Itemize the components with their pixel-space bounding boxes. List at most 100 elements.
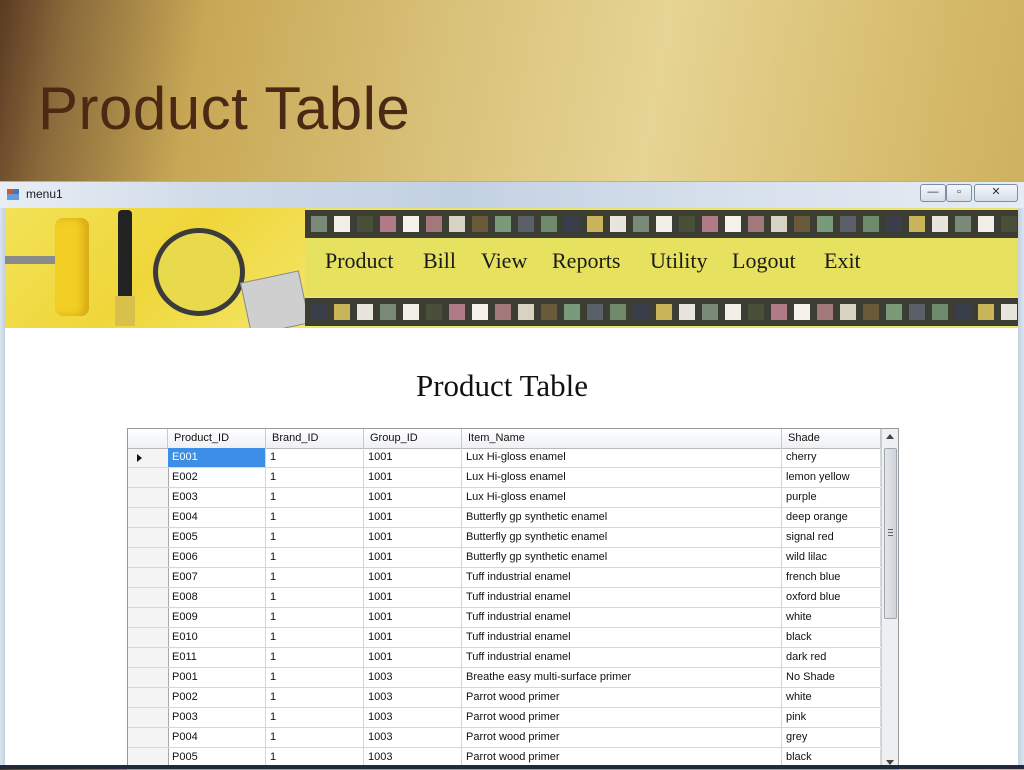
menu-bill[interactable]: Bill	[423, 248, 456, 274]
item-name-cell[interactable]: Tuff industrial enamel	[462, 568, 782, 587]
column-header-group-id[interactable]: Group_ID	[364, 429, 462, 448]
shade-cell[interactable]: No Shade	[782, 668, 881, 687]
group-id-cell[interactable]: 1001	[364, 648, 462, 667]
close-button[interactable]: ✕	[974, 184, 1018, 202]
group-id-cell[interactable]: 1003	[364, 688, 462, 707]
shade-cell[interactable]: cherry	[782, 448, 881, 467]
table-row[interactable]: E002 1 1001 Lux Hi-gloss enamel lemon yellow	[128, 468, 881, 488]
brand-id-cell[interactable]: 1	[266, 468, 364, 487]
shade-cell[interactable]: grey	[782, 728, 881, 747]
table-row[interactable]: E004 1 1001 Butterfly gp synthetic enamel de…	[128, 508, 881, 528]
shade-cell[interactable]: lemon yellow	[782, 468, 881, 487]
shade-cell[interactable]: dark red	[782, 648, 881, 667]
group-id-cell[interactable]: 1001	[364, 608, 462, 627]
shade-cell[interactable]: purple	[782, 488, 881, 507]
product-id-cell[interactable]: E010	[168, 628, 266, 647]
group-id-cell[interactable]: 1003	[364, 668, 462, 687]
group-id-cell[interactable]: 1001	[364, 528, 462, 547]
brand-id-cell[interactable]: 1	[266, 588, 364, 607]
table-row[interactable]: P003 1 1003 Parrot wood primer pink	[128, 708, 881, 728]
table-row[interactable]: P004 1 1003 Parrot wood primer grey	[128, 728, 881, 748]
product-id-cell[interactable]: E011	[168, 648, 266, 667]
menu-reports[interactable]: Reports	[552, 248, 620, 274]
product-id-cell[interactable]: E006	[168, 548, 266, 567]
group-id-cell[interactable]: 1001	[364, 468, 462, 487]
table-row[interactable]: E011 1 1001 Tuff industrial enamel dark red	[128, 648, 881, 668]
brand-id-cell[interactable]: 1	[266, 608, 364, 627]
table-row[interactable]: E008 1 1001 Tuff industrial enamel oxford bl…	[128, 588, 881, 608]
item-name-cell[interactable]: Lux Hi-gloss enamel	[462, 488, 782, 507]
table-row[interactable]: E006 1 1001 Butterfly gp synthetic enamel wi…	[128, 548, 881, 568]
brand-id-cell[interactable]: 1	[266, 708, 364, 727]
product-id-cell[interactable]: E004	[168, 508, 266, 527]
brand-id-cell[interactable]: 1	[266, 648, 364, 667]
product-id-cell[interactable]: E003	[168, 488, 266, 507]
vertical-scrollbar[interactable]	[881, 429, 898, 769]
group-id-cell[interactable]: 1001	[364, 548, 462, 567]
minimize-button[interactable]: —	[920, 184, 946, 202]
product-data-grid[interactable]: Product_ID Brand_ID Group_ID Item_Name S…	[127, 428, 899, 770]
group-id-cell[interactable]: 1001	[364, 448, 462, 467]
item-name-cell[interactable]: Tuff industrial enamel	[462, 648, 782, 667]
menu-product[interactable]: Product	[325, 248, 393, 274]
shade-cell[interactable]: black	[782, 628, 881, 647]
item-name-cell[interactable]: Lux Hi-gloss enamel	[462, 448, 782, 467]
item-name-cell[interactable]: Parrot wood primer	[462, 728, 782, 747]
product-id-cell[interactable]: P003	[168, 708, 266, 727]
shade-cell[interactable]: wild lilac	[782, 548, 881, 567]
table-row[interactable]: E010 1 1001 Tuff industrial enamel black	[128, 628, 881, 648]
menu-utility[interactable]: Utility	[650, 248, 707, 274]
product-id-cell[interactable]: E008	[168, 588, 266, 607]
brand-id-cell[interactable]: 1	[266, 488, 364, 507]
product-id-cell[interactable]: E005	[168, 528, 266, 547]
group-id-cell[interactable]: 1003	[364, 708, 462, 727]
shade-cell[interactable]: signal red	[782, 528, 881, 547]
table-row[interactable]: E007 1 1001 Tuff industrial enamel french bl…	[128, 568, 881, 588]
item-name-cell[interactable]: Butterfly gp synthetic enamel	[462, 528, 782, 547]
scroll-up-arrow-icon[interactable]	[886, 434, 894, 439]
item-name-cell[interactable]: Butterfly gp synthetic enamel	[462, 508, 782, 527]
table-row[interactable]: E009 1 1001 Tuff industrial enamel white	[128, 608, 881, 628]
item-name-cell[interactable]: Tuff industrial enamel	[462, 608, 782, 627]
group-id-cell[interactable]: 1001	[364, 568, 462, 587]
product-id-cell[interactable]: P001	[168, 668, 266, 687]
group-id-cell[interactable]: 1001	[364, 508, 462, 527]
item-name-cell[interactable]: Tuff industrial enamel	[462, 588, 782, 607]
item-name-cell[interactable]: Parrot wood primer	[462, 708, 782, 727]
brand-id-cell[interactable]: 1	[266, 728, 364, 747]
brand-id-cell[interactable]: 1	[266, 568, 364, 587]
shade-cell[interactable]: oxford blue	[782, 588, 881, 607]
product-id-cell[interactable]: E002	[168, 468, 266, 487]
item-name-cell[interactable]: Breathe easy multi-surface primer	[462, 668, 782, 687]
item-name-cell[interactable]: Parrot wood primer	[462, 688, 782, 707]
table-row[interactable]: E001 1 1001 Lux Hi-gloss enamel cherry	[128, 448, 881, 468]
group-id-cell[interactable]: 1001	[364, 628, 462, 647]
scroll-thumb[interactable]	[884, 448, 897, 619]
menu-exit[interactable]: Exit	[824, 248, 861, 274]
table-row[interactable]: E005 1 1001 Butterfly gp synthetic enamel si…	[128, 528, 881, 548]
brand-id-cell[interactable]: 1	[266, 448, 364, 467]
group-id-cell[interactable]: 1001	[364, 488, 462, 507]
column-header-brand-id[interactable]: Brand_ID	[266, 429, 364, 448]
brand-id-cell[interactable]: 1	[266, 688, 364, 707]
item-name-cell[interactable]: Lux Hi-gloss enamel	[462, 468, 782, 487]
product-id-cell[interactable]: P002	[168, 688, 266, 707]
product-id-cell[interactable]: P004	[168, 728, 266, 747]
table-row[interactable]: P001 1 1003 Breathe easy multi-surface prim…	[128, 668, 881, 688]
menu-logout[interactable]: Logout	[732, 248, 796, 274]
product-id-cell[interactable]: E007	[168, 568, 266, 587]
maximize-button[interactable]: ▫	[946, 184, 972, 202]
item-name-cell[interactable]: Tuff industrial enamel	[462, 628, 782, 647]
group-id-cell[interactable]: 1001	[364, 588, 462, 607]
shade-cell[interactable]: french blue	[782, 568, 881, 587]
item-name-cell[interactable]: Butterfly gp synthetic enamel	[462, 548, 782, 567]
shade-cell[interactable]: deep orange	[782, 508, 881, 527]
shade-cell[interactable]: pink	[782, 708, 881, 727]
brand-id-cell[interactable]: 1	[266, 528, 364, 547]
brand-id-cell[interactable]: 1	[266, 628, 364, 647]
menu-view[interactable]: View	[481, 248, 527, 274]
table-row[interactable]: E003 1 1001 Lux Hi-gloss enamel purple	[128, 488, 881, 508]
product-id-cell[interactable]: E009	[168, 608, 266, 627]
table-row[interactable]: P002 1 1003 Parrot wood primer white	[128, 688, 881, 708]
group-id-cell[interactable]: 1003	[364, 728, 462, 747]
